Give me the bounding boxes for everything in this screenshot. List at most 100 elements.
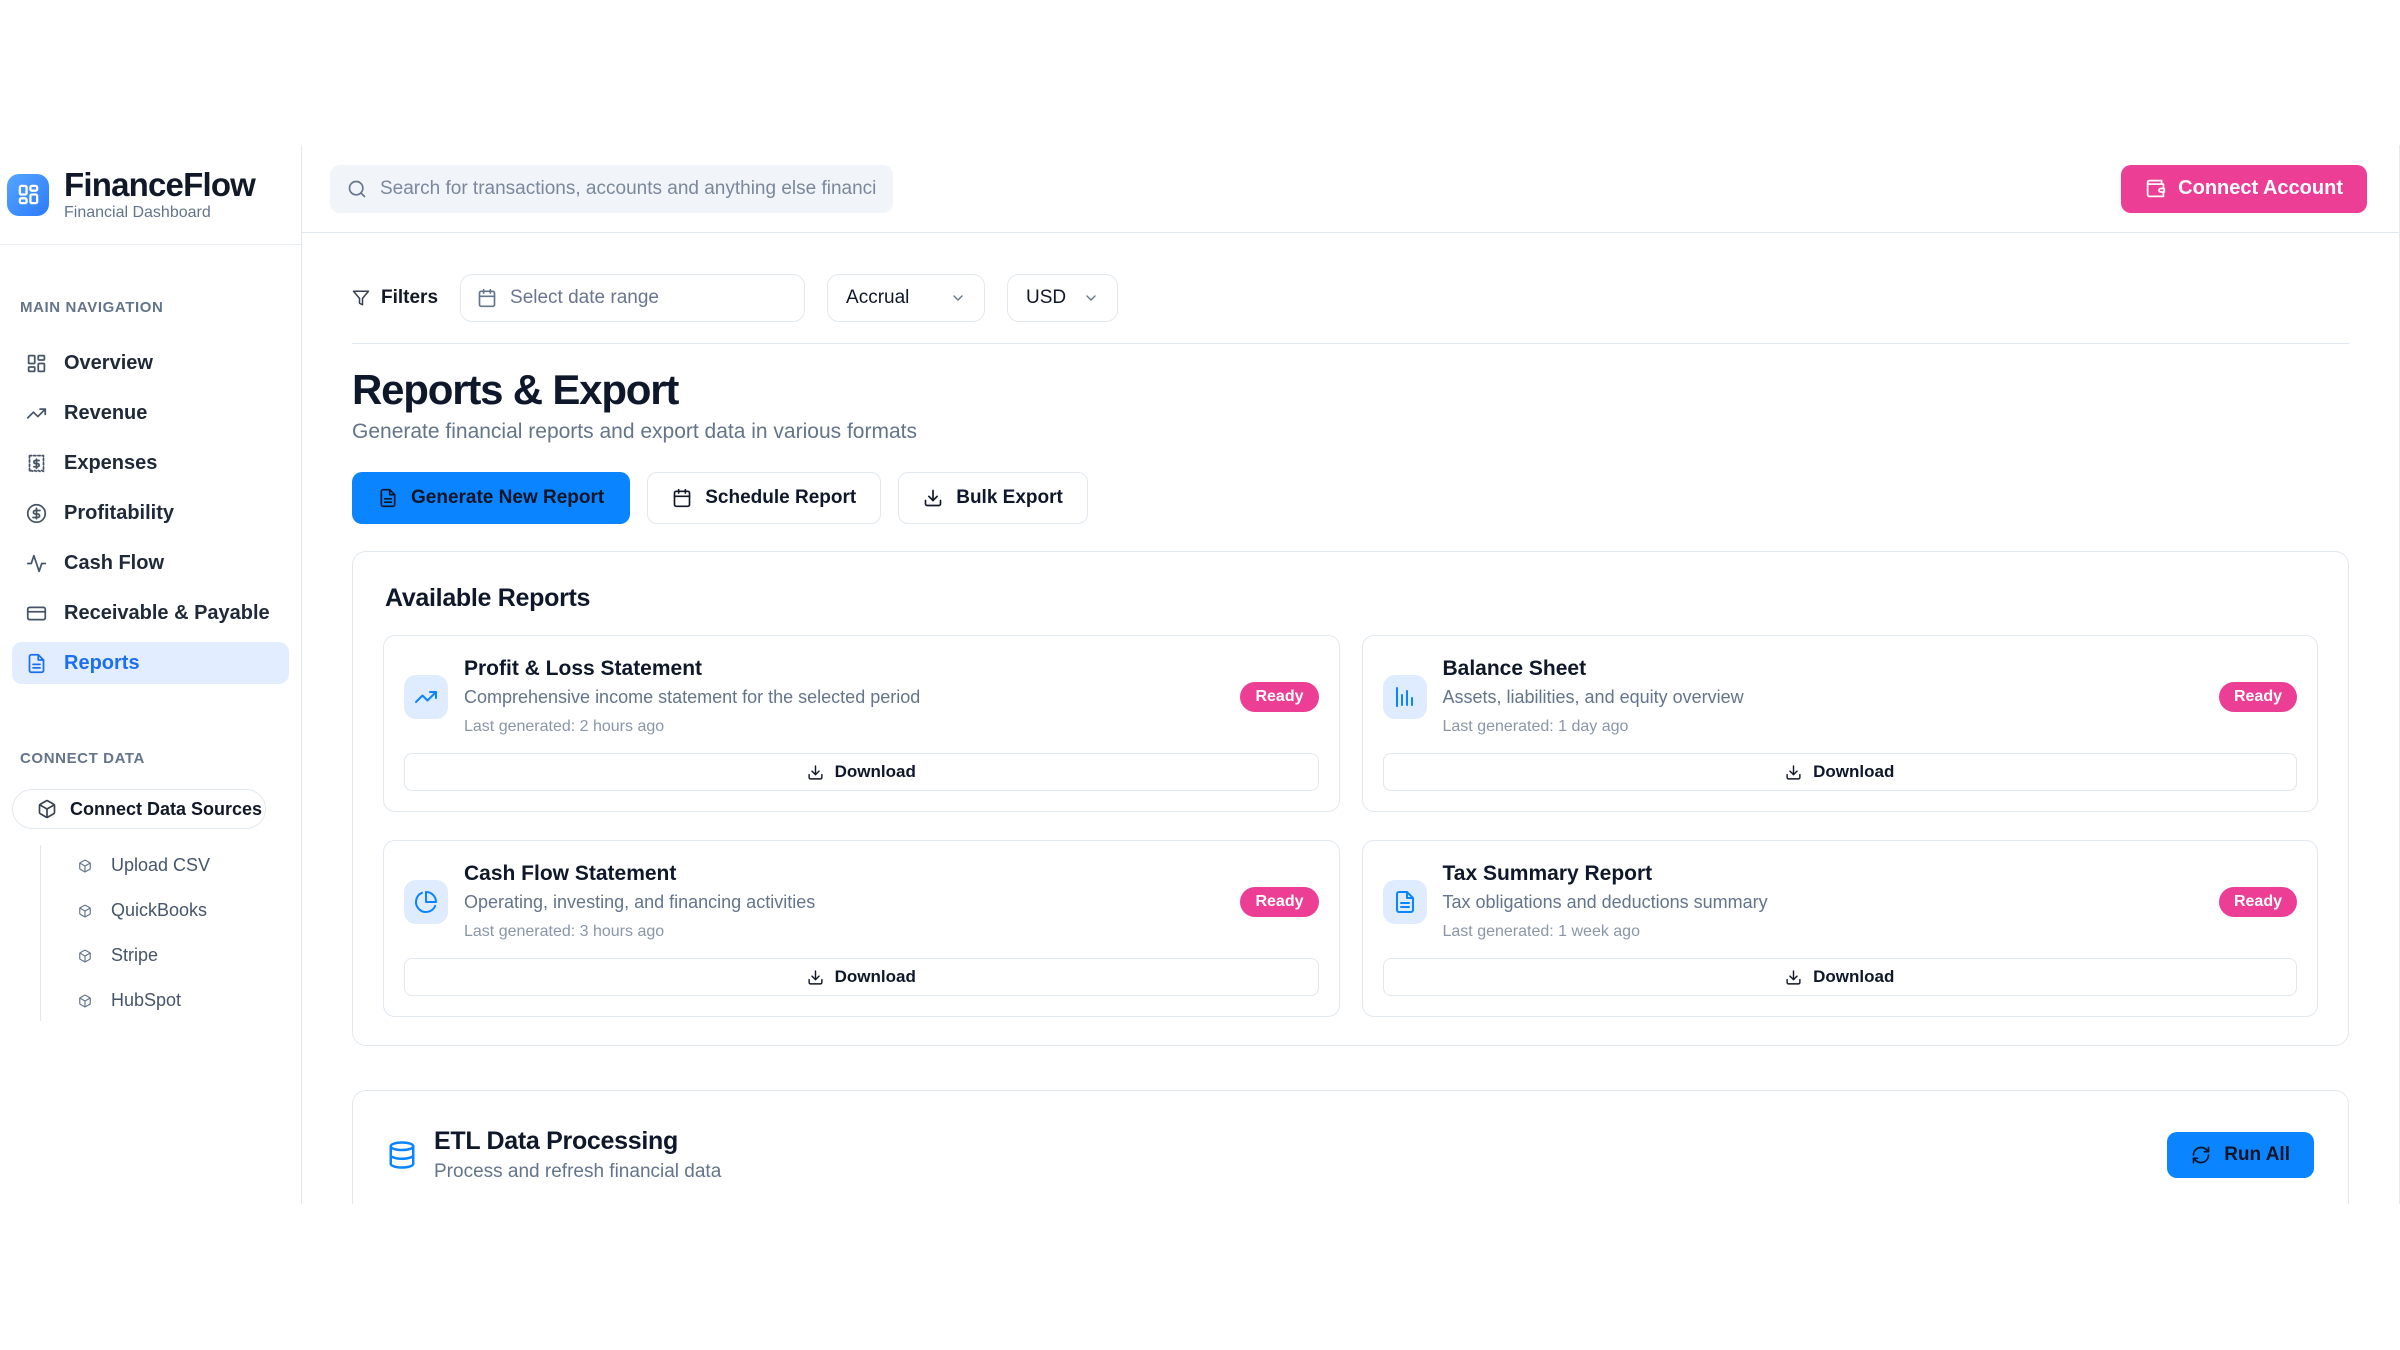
actions-row: Generate New Report Schedule Report Bulk… (352, 472, 2349, 524)
download-button[interactable]: Download (404, 753, 1319, 791)
date-range-input[interactable] (460, 274, 805, 322)
bulk-export-label: Bulk Export (956, 487, 1063, 509)
report-title: Cash Flow Statement (464, 861, 815, 887)
top-bar: Connect Account (302, 145, 2399, 233)
etl-subtitle: Process and refresh financial data (434, 1161, 721, 1183)
schedule-report-label: Schedule Report (705, 487, 856, 509)
etl-header: ETL Data Processing Process and refresh … (387, 1127, 2314, 1183)
refresh-icon (2191, 1145, 2211, 1165)
search-input[interactable] (380, 178, 876, 200)
sidebar-item-quickbooks[interactable]: QuickBooks (12, 888, 289, 933)
connect-account-button[interactable]: Connect Account (2121, 165, 2367, 213)
connect-data-sources-button[interactable]: Connect Data Sources (12, 789, 266, 829)
sidebar-item-cash-flow[interactable]: Cash Flow (12, 542, 289, 584)
main-area: Connect Account Filters Accrual USD (302, 145, 2399, 1204)
sidebar-item-label: Expenses (64, 452, 157, 475)
dollar-circle-icon (26, 503, 47, 524)
report-last-generated: Last generated: 1 day ago (1443, 716, 1744, 737)
report-last-generated: Last generated: 1 week ago (1443, 921, 1768, 942)
file-text-icon (26, 653, 47, 674)
schedule-report-button[interactable]: Schedule Report (647, 472, 881, 524)
report-title: Balance Sheet (1443, 656, 1744, 682)
sidebar-item-reports[interactable]: Reports (12, 642, 289, 684)
currency-select[interactable]: USD (1007, 274, 1118, 322)
download-icon (1785, 764, 1802, 781)
generate-report-label: Generate New Report (411, 487, 604, 509)
status-badge: Ready (2219, 887, 2297, 917)
filters-text: Filters (381, 287, 438, 309)
download-button[interactable]: Download (1383, 753, 2298, 791)
activity-icon (26, 553, 47, 574)
filters-divider (352, 343, 2349, 344)
currency-value: USD (1026, 287, 1066, 309)
dashboard-icon (26, 353, 47, 374)
report-description: Comprehensive income statement for the s… (464, 685, 920, 710)
accounting-basis-select[interactable]: Accrual (827, 274, 985, 322)
file-text-icon (378, 488, 398, 508)
download-label: Download (835, 762, 916, 782)
sidebar-item-revenue[interactable]: Revenue (12, 392, 289, 434)
report-card-header: Balance Sheet Assets, liabilities, and e… (1383, 656, 2298, 737)
date-range-field[interactable] (510, 287, 788, 309)
page-title: Reports & Export (352, 368, 2349, 412)
etl-panel: ETL Data Processing Process and refresh … (352, 1090, 2349, 1204)
sidebar-item-label: Reports (64, 652, 140, 675)
package-icon (78, 904, 92, 918)
sidebar-item-expenses[interactable]: Expenses (12, 442, 289, 484)
download-button[interactable]: Download (404, 958, 1319, 996)
report-title: Profit & Loss Statement (464, 656, 920, 682)
download-icon (1785, 969, 1802, 986)
brand-tagline: Financial Dashboard (64, 204, 255, 222)
credit-card-icon (26, 603, 47, 624)
report-last-generated: Last generated: 3 hours ago (464, 921, 815, 942)
filters-row: Filters Accrual USD (352, 274, 2349, 322)
calendar-icon (672, 488, 692, 508)
sidebar-item-label: Revenue (64, 402, 147, 425)
connect-data-title: CONNECT DATA (20, 750, 289, 767)
download-label: Download (1813, 762, 1894, 782)
report-card-tax-summary: Tax Summary Report Tax obligations and d… (1362, 840, 2319, 1017)
brand-header: FinanceFlow Financial Dashboard (0, 145, 301, 245)
source-label: QuickBooks (111, 900, 207, 921)
package-icon (78, 994, 92, 1008)
report-description: Assets, liabilities, and equity overview (1443, 685, 1744, 710)
package-icon (78, 859, 92, 873)
sidebar-item-overview[interactable]: Overview (12, 342, 289, 384)
search-bar[interactable] (330, 165, 893, 213)
available-reports-panel: Available Reports Profit & Loss Statemen… (352, 551, 2349, 1046)
connect-account-label: Connect Account (2178, 177, 2343, 200)
page-subtitle: Generate financial reports and export da… (352, 420, 2349, 444)
report-last-generated: Last generated: 2 hours ago (464, 716, 920, 737)
report-card-cash-flow: Cash Flow Statement Operating, investing… (383, 840, 1340, 1017)
download-icon (923, 488, 943, 508)
sidebar-item-label: Receivable & Payable (64, 602, 270, 625)
bulk-export-button[interactable]: Bulk Export (898, 472, 1088, 524)
report-title: Tax Summary Report (1443, 861, 1768, 887)
calendar-icon (477, 288, 497, 308)
connect-data-sources-label: Connect Data Sources (70, 799, 262, 820)
main-nav-title: MAIN NAVIGATION (20, 299, 289, 316)
generate-report-button[interactable]: Generate New Report (352, 472, 630, 524)
brand-name: FinanceFlow (64, 168, 255, 202)
etl-title: ETL Data Processing (434, 1127, 721, 1155)
sidebar-item-receivable-payable[interactable]: Receivable & Payable (12, 592, 289, 634)
filters-label: Filters (352, 287, 438, 309)
sidebar-item-upload-csv[interactable]: Upload CSV (12, 843, 289, 888)
download-label: Download (835, 967, 916, 987)
chevron-down-icon (950, 290, 966, 306)
accounting-basis-value: Accrual (846, 287, 909, 309)
source-label: Upload CSV (111, 855, 210, 876)
source-label: HubSpot (111, 990, 181, 1011)
sidebar-item-hubspot[interactable]: HubSpot (12, 978, 289, 1023)
report-cards-grid: Profit & Loss Statement Comprehensive in… (383, 635, 2318, 1017)
sidebar-item-profitability[interactable]: Profitability (12, 492, 289, 534)
download-button[interactable]: Download (1383, 958, 2298, 996)
page-content: Filters Accrual USD Reports & Export Gen… (302, 233, 2399, 1204)
available-reports-title: Available Reports (385, 584, 2318, 613)
trending-up-icon (404, 675, 448, 719)
sidebar-item-stripe[interactable]: Stripe (12, 933, 289, 978)
run-all-button[interactable]: Run All (2167, 1132, 2314, 1178)
trending-up-icon (26, 403, 47, 424)
connect-sources-list: Upload CSV QuickBooks Stripe HubSpot (12, 843, 289, 1023)
receipt-icon (26, 453, 47, 474)
